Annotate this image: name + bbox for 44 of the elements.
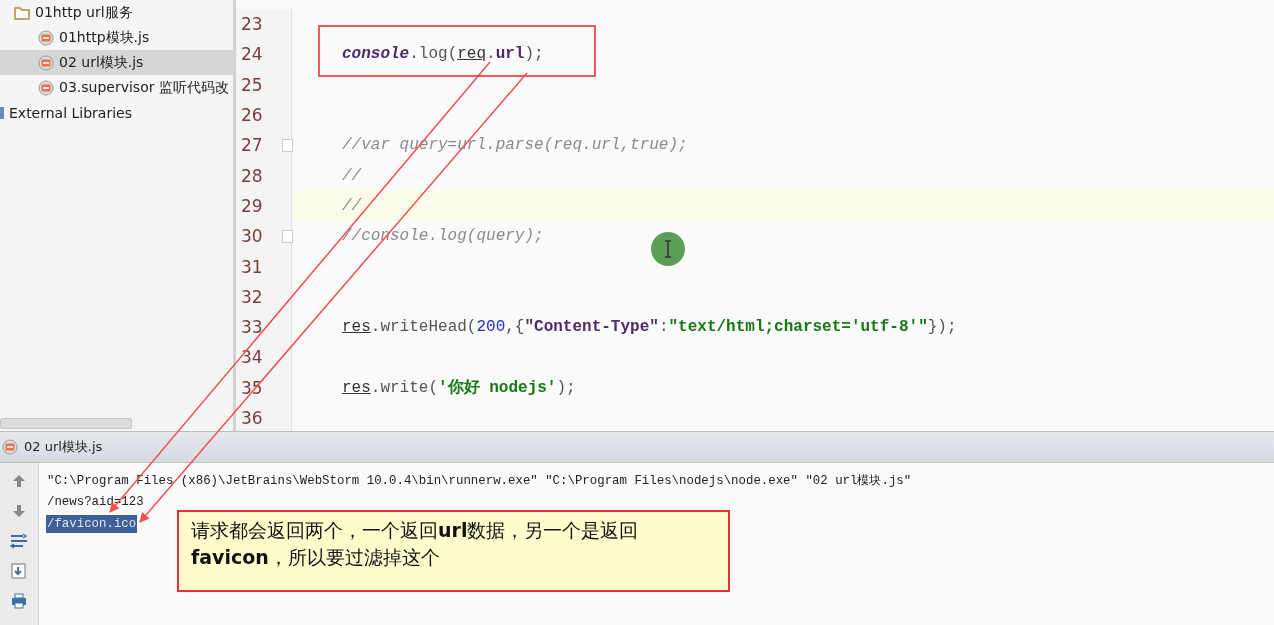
export-icon <box>11 563 27 579</box>
up-arrow-icon <box>12 474 26 488</box>
run-tab-title[interactable]: 02 url模块.js <box>24 438 103 456</box>
tree-item[interactable]: 02 url模块.js <box>0 50 233 75</box>
fold-marker-icon[interactable] <box>282 229 293 243</box>
code-line: // <box>342 166 362 185</box>
code-line: res.write('你好 nodejs'); <box>342 378 576 399</box>
line-number: 31 <box>241 256 263 277</box>
js-file-icon <box>2 439 18 455</box>
line-number: 36 <box>241 408 263 428</box>
line-number: 32 <box>241 286 263 307</box>
tree-item[interactable]: 03.supervisor 监听代码改 <box>0 75 233 100</box>
line-number: 26 <box>241 105 263 126</box>
code-line: res.writeHead(200,{"Content-Type":"text/html;charset='utf-8'"}); <box>342 318 957 337</box>
line-number: 33 <box>241 317 263 338</box>
toolbar-button[interactable] <box>9 561 29 581</box>
line-number: 25 <box>241 74 263 95</box>
line-number: 29 <box>241 195 263 216</box>
print-icon <box>11 593 27 609</box>
folder-icon <box>14 5 30 20</box>
fold-marker-icon[interactable] <box>282 138 293 152</box>
soft-wrap-icon <box>10 533 28 549</box>
down-arrow-icon <box>12 504 26 518</box>
library-icon <box>0 105 4 120</box>
code-line: // <box>342 196 362 215</box>
line-number: 30 <box>241 226 263 247</box>
line-number: 28 <box>241 165 263 186</box>
js-file-icon <box>38 54 54 71</box>
toolbar-button[interactable] <box>9 531 29 551</box>
line-number: 34 <box>241 347 263 368</box>
tree-item[interactable]: 01http模块.js <box>0 25 233 50</box>
code-line: console.log(req.url); <box>342 45 544 64</box>
console-line: "C:\Program Files (x86)\JetBrains\WebStorm 10.0.4\bin\runnerw.exe" "C:\Program Files\nodejs\node.exe" "02 url模块.js" <box>46 472 913 490</box>
tree-item[interactable]: External Libraries <box>0 100 233 125</box>
scrollbar[interactable] <box>0 418 132 429</box>
cursor-icon <box>650 231 686 267</box>
line-number: 23 <box>241 14 263 35</box>
js-file-icon <box>38 79 54 96</box>
line-number: 27 <box>241 135 263 156</box>
line-number: 24 <box>241 44 263 65</box>
tree-item[interactable]: 01http url服务 <box>0 0 233 25</box>
annotation-note: 请求都会返回两个，一个返回url数据，另一个是返回favicon，所以要过滤掉这个 <box>177 510 730 592</box>
js-file-icon <box>38 29 54 46</box>
toolbar-button[interactable] <box>9 591 29 611</box>
